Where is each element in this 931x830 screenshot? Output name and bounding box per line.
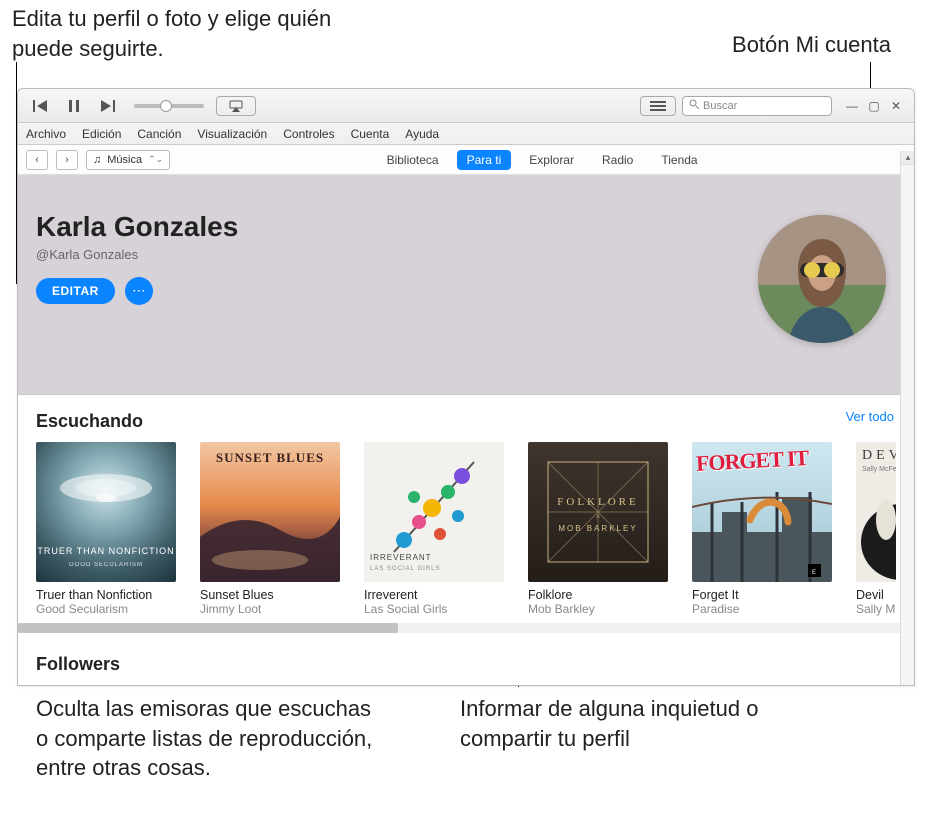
library-selector[interactable]: ♫ Música ⌃⌄ bbox=[86, 150, 170, 170]
my-account-avatar[interactable] bbox=[758, 215, 886, 343]
menu-item[interactable]: Canción bbox=[137, 127, 181, 141]
horizontal-scrollbar[interactable] bbox=[18, 623, 914, 633]
minimize-button[interactable]: — bbox=[842, 99, 862, 113]
album-title: Truer than Nonfiction bbox=[36, 588, 176, 602]
prev-track-button[interactable] bbox=[26, 95, 54, 117]
menu-item[interactable]: Archivo bbox=[26, 127, 66, 141]
album-artist: Good Secularism bbox=[36, 602, 176, 616]
chevron-updown-icon: ⌃⌄ bbox=[148, 154, 163, 165]
library-selector-label: Música bbox=[107, 154, 142, 166]
album-card[interactable]: DEVIL Sally McFenson Devil Sally McFenso… bbox=[856, 442, 896, 616]
tab-library[interactable]: Biblioteca bbox=[377, 150, 449, 170]
volume-slider[interactable] bbox=[134, 104, 204, 108]
callout-bottom-left: Oculta las emisoras que escuchas o compa… bbox=[36, 694, 376, 783]
search-field[interactable]: Buscar bbox=[682, 96, 832, 116]
profile-name: Karla Gonzales bbox=[36, 211, 238, 243]
album-card[interactable]: IRREVERANT LAS SOCIAL GIRLS Irreverent L… bbox=[364, 442, 504, 616]
app-window: Buscar — ▢ ✕ Archivo Edición Canción Vis… bbox=[17, 88, 915, 686]
album-card[interactable]: E FORGET IT Forget It Paradise bbox=[692, 442, 832, 616]
album-title: Devil bbox=[856, 588, 896, 602]
album-title: Folklore bbox=[528, 588, 668, 602]
svg-text:E: E bbox=[812, 570, 816, 576]
album-artist: Mob Barkley bbox=[528, 602, 668, 616]
next-track-button[interactable] bbox=[94, 95, 122, 117]
album-card[interactable]: SUNSET BLUES Sunset Blues Jimmy Loot bbox=[200, 442, 340, 616]
tab-explore[interactable]: Explorar bbox=[519, 150, 584, 170]
music-note-icon: ♫ bbox=[93, 154, 101, 166]
nav-forward-button[interactable]: › bbox=[56, 150, 78, 170]
callout-top-right: Botón Mi cuenta bbox=[732, 30, 891, 60]
cover-text: IRREVERANT bbox=[370, 553, 432, 562]
album-artist: Paradise bbox=[692, 602, 832, 616]
maximize-button[interactable]: ▢ bbox=[864, 99, 884, 113]
ellipsis-icon: ⋯ bbox=[132, 283, 145, 299]
section-listening-title: Escuchando bbox=[36, 411, 896, 432]
menu-item[interactable]: Cuenta bbox=[351, 127, 390, 141]
menu-item[interactable]: Controles bbox=[283, 127, 334, 141]
content-area: Escuchando Ver todo TRUER THAN NONFICTIO… bbox=[18, 395, 914, 685]
more-options-button[interactable]: ⋯ bbox=[125, 277, 153, 305]
titlebar: Buscar — ▢ ✕ bbox=[18, 89, 914, 123]
cover-text: FOLKLORE bbox=[528, 496, 668, 508]
see-all-link[interactable]: Ver todo bbox=[846, 409, 894, 424]
tab-radio[interactable]: Radio bbox=[592, 150, 643, 170]
scrollbar-up-arrow[interactable]: ▴ bbox=[901, 151, 915, 165]
search-icon bbox=[689, 99, 699, 112]
album-card[interactable]: TRUER THAN NONFICTION GOOD SECULARISM Tr… bbox=[36, 442, 176, 616]
airplay-button[interactable] bbox=[216, 96, 256, 116]
profile-hero: Karla Gonzales @Karla Gonzales Editar ⋯ bbox=[18, 175, 914, 395]
album-card[interactable]: FOLKLORE × MOB BARKLEY Folklore Mob Bark… bbox=[528, 442, 668, 616]
album-title: Sunset Blues bbox=[200, 588, 340, 602]
album-title: Forget It bbox=[692, 588, 832, 602]
album-row[interactable]: TRUER THAN NONFICTION GOOD SECULARISM Tr… bbox=[36, 442, 896, 616]
section-followers-title: Followers bbox=[36, 654, 120, 675]
cover-text: GOOD SECULARISM bbox=[36, 562, 176, 568]
cover-text: LAS SOCIAL GIRLS bbox=[370, 566, 440, 572]
scrollbar-thumb[interactable] bbox=[18, 623, 398, 633]
close-button[interactable]: ✕ bbox=[886, 99, 906, 113]
search-placeholder: Buscar bbox=[703, 100, 737, 112]
nav-back-button[interactable]: ‹ bbox=[26, 150, 48, 170]
menu-item[interactable]: Ayuda bbox=[405, 127, 439, 141]
profile-handle: @Karla Gonzales bbox=[36, 247, 138, 262]
window-vertical-scrollbar[interactable]: ▴ bbox=[900, 151, 915, 685]
album-artist: Jimmy Loot bbox=[200, 602, 340, 616]
edit-profile-button[interactable]: Editar bbox=[36, 278, 115, 304]
callout-top-left: Edita tu perfil o foto y elige quién pue… bbox=[12, 4, 372, 63]
menu-item[interactable]: Visualización bbox=[197, 127, 267, 141]
tab-store[interactable]: Tienda bbox=[651, 150, 707, 170]
nav-tabs: Biblioteca Para ti Explorar Radio Tienda bbox=[178, 150, 906, 170]
up-next-button[interactable] bbox=[640, 96, 676, 116]
tab-for-you[interactable]: Para ti bbox=[457, 150, 512, 170]
cover-text: MOB BARKLEY bbox=[528, 524, 668, 533]
menu-item[interactable]: Edición bbox=[82, 127, 121, 141]
callout-bottom-right: Informar de alguna inquietud o compartir… bbox=[460, 694, 800, 753]
album-artist: Las Social Girls bbox=[364, 602, 504, 616]
menubar: Archivo Edición Canción Visualización Co… bbox=[18, 123, 914, 145]
navbar: ‹ › ♫ Música ⌃⌄ Biblioteca Para ti Explo… bbox=[18, 145, 914, 175]
cover-text: TRUER THAN NONFICTION bbox=[36, 546, 176, 556]
album-title: Irreverent bbox=[364, 588, 504, 602]
album-artist: Sally McFenson bbox=[856, 602, 896, 616]
play-pause-button[interactable] bbox=[60, 95, 88, 117]
